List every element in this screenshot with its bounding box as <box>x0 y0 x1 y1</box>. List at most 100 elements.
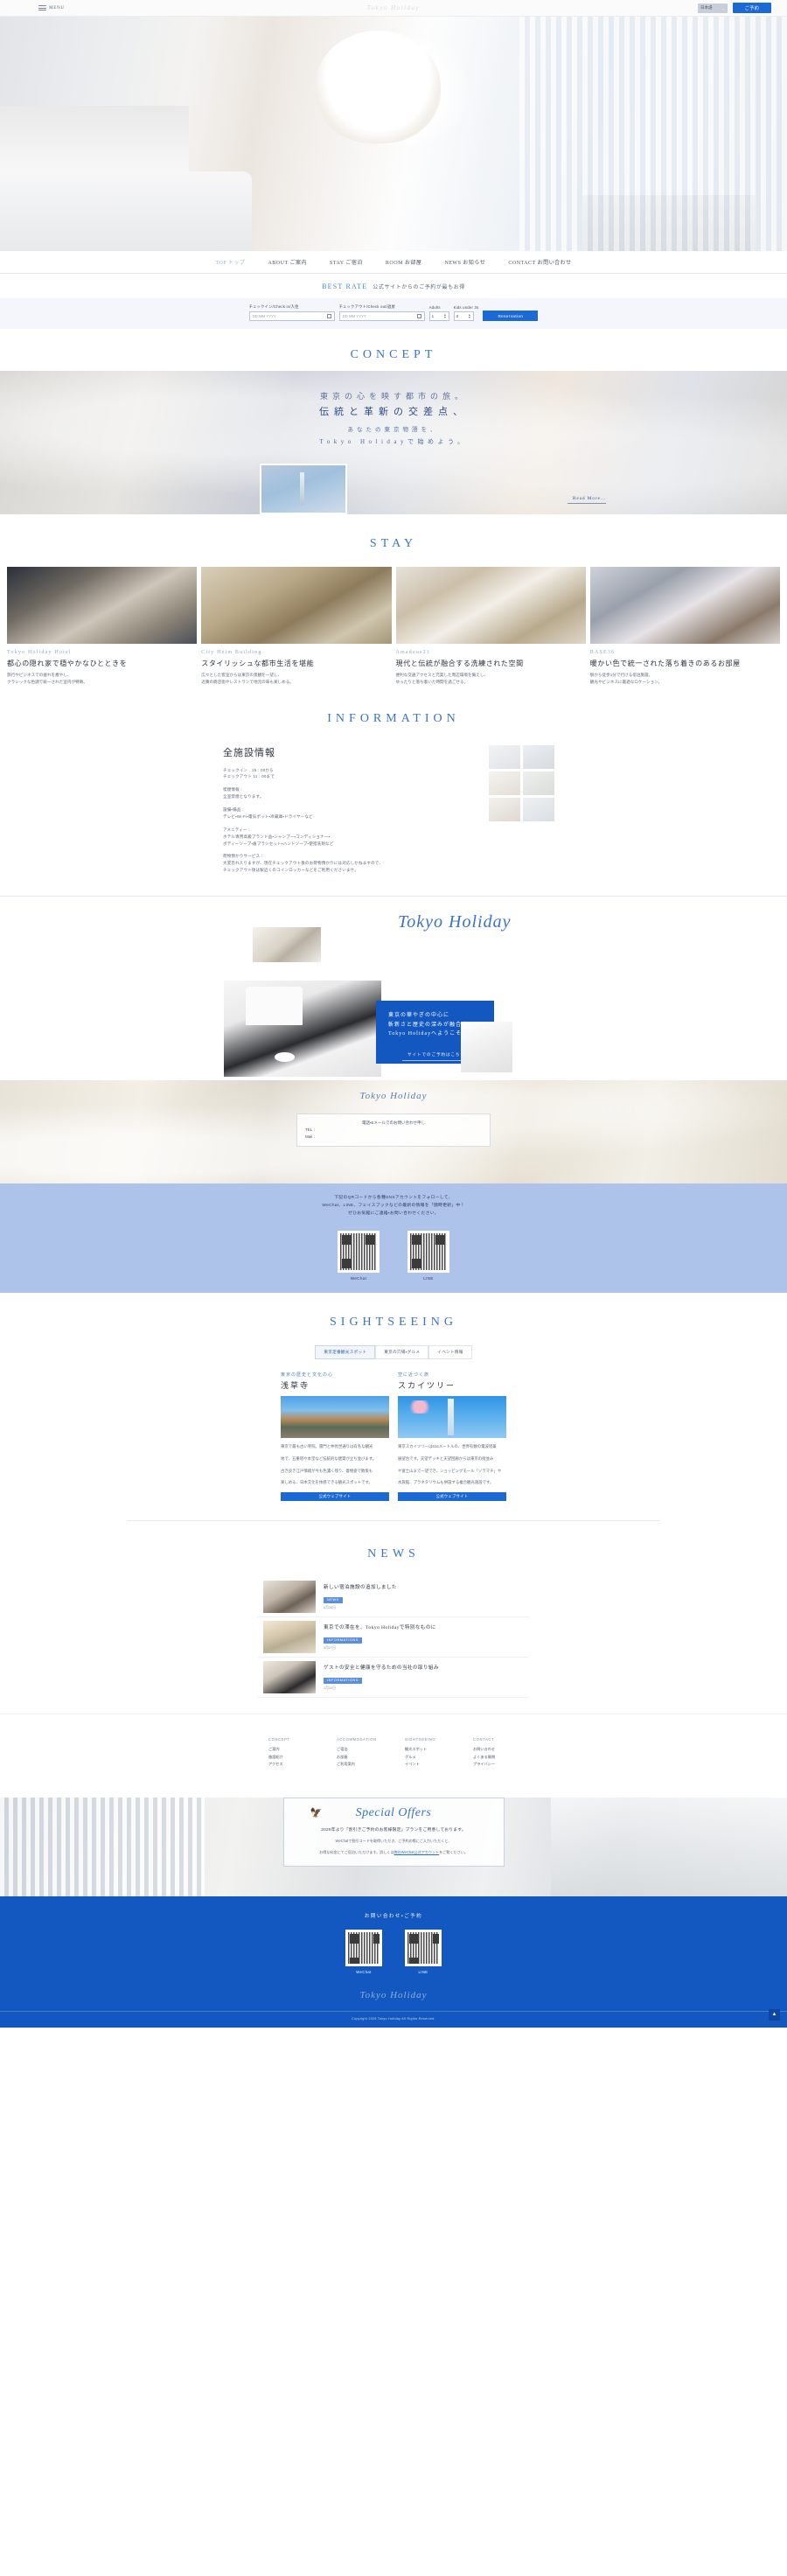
contact-script-title: Tokyo Holiday <box>359 1091 428 1102</box>
contact-info-box: 電話・Eメールでのお問い合わせ申し TEL： Mail： <box>296 1113 491 1148</box>
adults-field: Adults 1 ▲ ▼ <box>428 305 449 321</box>
information-line: 大変恐れ入りますが、現在チェックアウト後のお荷物預かりには対応しかねますので、 <box>223 861 384 866</box>
special-offers-wechat-link[interactable]: 弊社WeChat公式アカウント <box>394 1850 440 1854</box>
information-text-column: 全施設情報 チェックイン 15：00から チェックアウト 11：00まで 喫煙情報：… <box>223 745 477 881</box>
footer-link[interactable]: ご案内 <box>268 1746 314 1753</box>
news-item[interactable]: ゲストの安全と健康を守るための当社の取り組み INFORMATIONS 1月10日 <box>258 1658 529 1699</box>
concept-line-3: あなたの東京物語を、 <box>347 427 440 433</box>
adults-value: 1 <box>431 314 435 318</box>
footer-link[interactable]: よくある質問 <box>473 1754 519 1761</box>
special-offers-sub-2-text: お得な料金にてご宿泊いただけます。詳しくは <box>319 1850 394 1855</box>
footer-link[interactable]: ご宿泊 <box>337 1746 382 1753</box>
language-value: 日本語 <box>700 5 713 10</box>
kids-value: 0 <box>456 314 459 318</box>
menu-toggle-button[interactable]: MENU <box>38 5 65 10</box>
hamburger-icon <box>38 5 46 10</box>
contact-line-1: 電話・Eメールでのお問い合わせ申し <box>361 1120 426 1126</box>
footer-column: SIGHTSEEING 観光スポット グルメ イベント <box>405 1737 450 1768</box>
sightseeing-card-desc-4: 水族館、プラネタリウムも併設する複合観光施設です。 <box>398 1480 494 1485</box>
information-block: アメニティー： ホテル専用高級ブランド品・シャンプー・コンディショナー・ ボディーソ… <box>223 827 477 848</box>
stay-card[interactable]: Amadeus21 現代と伝統が融合する洗練された空間 便利な交通アクセスと充実した… <box>395 567 586 686</box>
news-item[interactable]: 新しい宿泊施設の追加しました NEWS 6月26日 <box>258 1577 529 1618</box>
special-offers-title: Special Offers <box>355 1805 432 1819</box>
language-select[interactable]: 日本語 ⌄ <box>698 3 728 13</box>
footer-link[interactable]: 施設紹介 <box>268 1754 314 1761</box>
news-list: 新しい宿泊施設の追加しました NEWS 6月26日 東京での滞在を、Tokyo Hol… <box>258 1577 529 1699</box>
sightseeing-official-site-button[interactable]: 公式ウェブサイト <box>398 1492 506 1502</box>
stay-card[interactable]: City Heim Building スタイリッシュな都市生活を堪能 広々とした客室… <box>201 567 392 686</box>
sightseeing-card-desc-2: 地で、五重塔や本堂など伝統的な建築が立ち並びます。 <box>281 1456 377 1461</box>
news-item[interactable]: 東京での滞在を、Tokyo Holidayで特別なものに INFORMATIONS… <box>258 1617 529 1658</box>
stepper-down-icon[interactable]: ▼ <box>468 316 470 319</box>
sightseeing-card-desc-3: 古き良き江戸情緒が今も色濃く残り、着物姿で散策も <box>281 1468 373 1473</box>
nav-item-about[interactable]: ABOUT ご案内 <box>268 258 307 266</box>
concept-read-more-link[interactable]: Read More… <box>568 496 606 504</box>
information-line: テレビ・Wi-Fi・電気ポット・冷蔵庫・ドライヤーなど <box>223 813 313 819</box>
information-block: 荷物預かりサービス： 大変恐れ入りますが、現在チェックアウト後のお荷物預かりには対… <box>223 853 477 874</box>
sightseeing-tab-1[interactable]: 東京の穴場・グルメ <box>375 1344 429 1359</box>
news-item-badge: NEWS <box>324 1596 343 1603</box>
site-logo[interactable]: Tokyo Holiday <box>367 4 420 11</box>
stay-card[interactable]: Tokyo Holiday Hotel 都心の隠れ家で穏やかなひとときを 旅行やビジ… <box>7 567 198 686</box>
stepper-arrows-icon[interactable]: ▲ ▼ <box>468 313 470 319</box>
information-section-title: INFORMATION <box>327 711 460 725</box>
stay-card-jp-title: スタイリッシュな都市生活を堪能 <box>201 660 315 667</box>
sightseeing-card-desc-1: 東京スカイツリーは634メートルの、世界有数の電波塔兼 <box>398 1443 497 1449</box>
news-item-date: 1月10日 <box>324 1686 336 1691</box>
qr-code-item: LINE <box>405 1929 442 1974</box>
sightseeing-official-site-button[interactable]: 公式ウェブサイト <box>281 1492 389 1502</box>
nav-item-stay[interactable]: STAY ご宿泊 <box>330 258 363 266</box>
concept-copy: 東京の心を映す都市の旅。 伝統と革新の交差点、 あなたの東京物語を、 Tokyo… <box>0 371 787 446</box>
calendar-icon[interactable] <box>326 313 331 318</box>
stay-card-desc-2: ゆったりと落ち着いた時間を過ごせる。 <box>395 679 469 684</box>
footer-link[interactable]: プライバシー <box>473 1761 519 1768</box>
special-offers-box: 🦅 Special Offers 2025年より「割引きご予約のお客様限定」プラ… <box>282 1797 505 1867</box>
footer-link[interactable]: ご利用案内 <box>337 1761 382 1768</box>
nav-item-top[interactable]: TOP トップ <box>215 258 245 266</box>
adults-stepper[interactable]: 1 ▲ ▼ <box>428 311 449 321</box>
information-photo-grid <box>489 744 554 881</box>
footer-link[interactable]: お部屋 <box>337 1754 382 1761</box>
qr-code-image <box>338 1230 380 1273</box>
checkout-field: チェックアウト/Check out/退房 DD MM YYYY <box>338 304 425 321</box>
footer-link[interactable]: お問い合わせ <box>473 1746 519 1753</box>
nav-item-news[interactable]: NEWS お知らせ <box>444 258 485 266</box>
qr-code-caption: LINE <box>418 1969 428 1974</box>
sns-qr-row: WeChat LINE <box>0 1230 787 1281</box>
stay-card-image <box>7 567 198 644</box>
calendar-icon[interactable] <box>416 313 421 318</box>
nav-item-contact[interactable]: CONTACT お問い合わせ <box>508 258 571 266</box>
sightseeing-tab-0[interactable]: 東京定番観光スポット <box>315 1344 376 1359</box>
checkin-input[interactable]: DD MM YYYY <box>248 311 335 321</box>
reserve-button[interactable]: ご予約 <box>733 3 771 13</box>
kids-stepper[interactable]: 0 ▲ ▼ <box>453 311 474 321</box>
footer-column-heading: CONCEPT <box>268 1737 290 1742</box>
kids-label: Kids under 3s <box>453 305 479 310</box>
news-item-date: 6月26日 <box>324 1606 336 1610</box>
information-photo <box>489 744 520 769</box>
stay-card-desc-2: 近隣の商店街やレストランで地元の味も楽しめる。 <box>201 679 294 684</box>
nav-item-room[interactable]: ROOM お部屋 <box>386 258 422 266</box>
information-block: 喫煙情報： 全室禁煙となります。 <box>223 786 477 800</box>
stay-card[interactable]: BASE36 暖かい色で統一された落ち着きのあるお部屋 駅から徒歩1分で行ける宿泊施… <box>589 567 780 686</box>
footer-column: CONCEPT ご案内 施設紹介 アクセス <box>268 1737 314 1768</box>
footer-link[interactable]: 観光スポット <box>405 1746 450 1753</box>
qr-code-image <box>345 1929 382 1966</box>
information-line: チェックアウト 11：00まで <box>223 774 275 779</box>
information-line: 全室禁煙となります。 <box>223 794 264 799</box>
checkin-placeholder: DD MM YYYY <box>252 314 276 318</box>
sns-lead-2: WeChat、LINE、フェイスブックなどの最新の情報を「随時更新」中！ <box>322 1203 465 1208</box>
stepper-arrows-icon[interactable]: ▲ ▼ <box>443 313 446 319</box>
stay-card-jp-title: 都心の隠れ家で穏やかなひとときを <box>7 660 128 667</box>
information-line: ボディーソープ・歯ブラシセット・ハンドソープ・使捨洗剤など <box>223 841 334 846</box>
stay-card-desc-2: 観光やビジネスに最適なロケーション。 <box>589 679 663 684</box>
sightseeing-tab-2[interactable]: イベント情報 <box>428 1344 472 1359</box>
footer-link[interactable]: グルメ <box>405 1754 450 1761</box>
footer-link[interactable]: アクセス <box>268 1761 314 1768</box>
reservation-submit-button[interactable]: Reservation <box>483 311 539 321</box>
checkout-input[interactable]: DD MM YYYY <box>338 311 425 321</box>
back-to-top-button[interactable]: ▲ <box>769 2008 780 2021</box>
stepper-down-icon[interactable]: ▼ <box>443 316 446 319</box>
news-section: NEWS 新しい宿泊施設の追加しました NEWS 6月26日 東京での滞在を、Toky… <box>0 1521 787 1699</box>
footer-link[interactable]: イベント <box>405 1761 450 1768</box>
